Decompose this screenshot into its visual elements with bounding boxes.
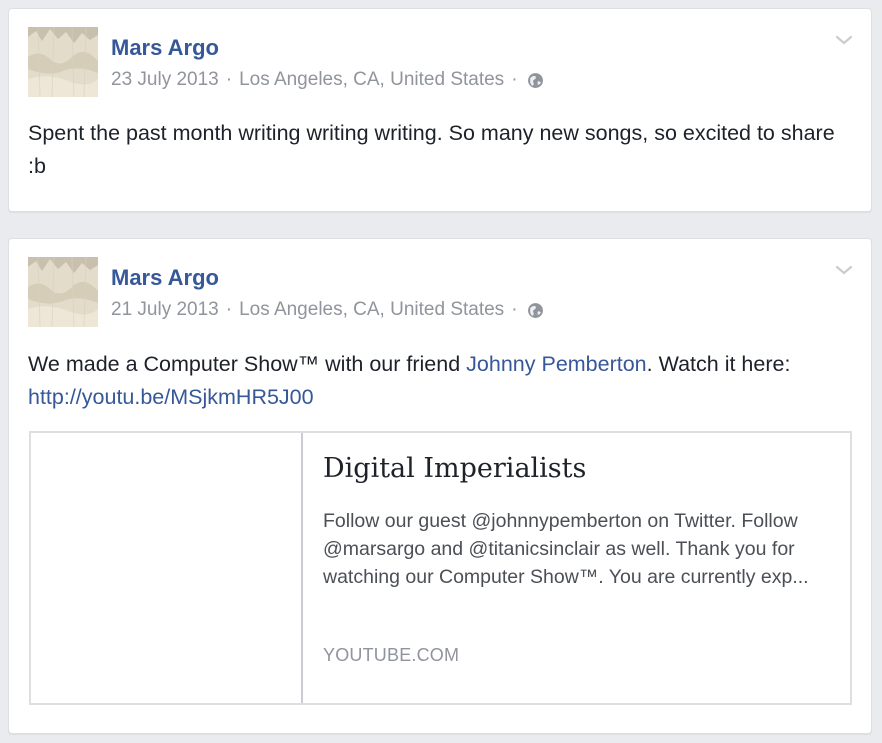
avatar-image [28, 27, 98, 97]
link-preview-domain: YOUTUBE.COM [323, 645, 460, 665]
mention-link[interactable]: Johnny Pemberton [466, 352, 646, 376]
post-date[interactable]: 21 July 2013 [111, 297, 219, 323]
separator: · [225, 69, 233, 90]
post-card: Mars Argo 21 July 2013 · Los Angeles, CA… [8, 238, 872, 734]
post-meta: 23 July 2013 · Los Angeles, CA, United S… [111, 67, 544, 93]
globe-icon[interactable] [527, 72, 544, 89]
separator: · [511, 299, 518, 320]
avatar[interactable] [28, 27, 98, 97]
link-preview[interactable]: Digital Imperialists Follow our guest @j… [29, 431, 852, 705]
post-location[interactable]: Los Angeles, CA, United States [239, 297, 504, 323]
link-preview-body: Digital Imperialists Follow our guest @j… [323, 433, 835, 591]
post-card: Mars Argo 23 July 2013 · Los Angeles, CA… [8, 8, 872, 212]
post-location[interactable]: Los Angeles, CA, United States [239, 67, 504, 93]
post-text-part: We made a Computer Show™ with our friend [28, 352, 467, 376]
chevron-down-icon[interactable] [835, 263, 853, 277]
globe-icon[interactable] [527, 302, 544, 319]
separator: · [225, 299, 233, 320]
chevron-down-icon[interactable] [835, 33, 853, 47]
avatar-image [28, 257, 98, 327]
post-date[interactable]: 23 July 2013 [111, 67, 219, 93]
link-preview-thumbnail[interactable] [31, 433, 303, 703]
post-text-part: . Watch it here: [646, 352, 791, 376]
post-meta: 21 July 2013 · Los Angeles, CA, United S… [111, 297, 544, 323]
avatar[interactable] [28, 257, 98, 327]
author-name[interactable]: Mars Argo [111, 264, 219, 292]
post-text: Spent the past month writing writing wri… [28, 121, 835, 178]
separator: · [511, 69, 518, 90]
author-name[interactable]: Mars Argo [111, 34, 219, 62]
news-feed: Mars Argo 23 July 2013 · Los Angeles, CA… [0, 0, 882, 743]
link-preview-description: Follow our guest @johnnypemberton on Twi… [323, 510, 809, 588]
link-preview-title[interactable]: Digital Imperialists [323, 451, 835, 487]
post-text: We made a Computer Show™ with our friend… [28, 348, 856, 414]
url-link[interactable]: http://youtu.be/MSjkmHR5J00 [28, 385, 314, 409]
